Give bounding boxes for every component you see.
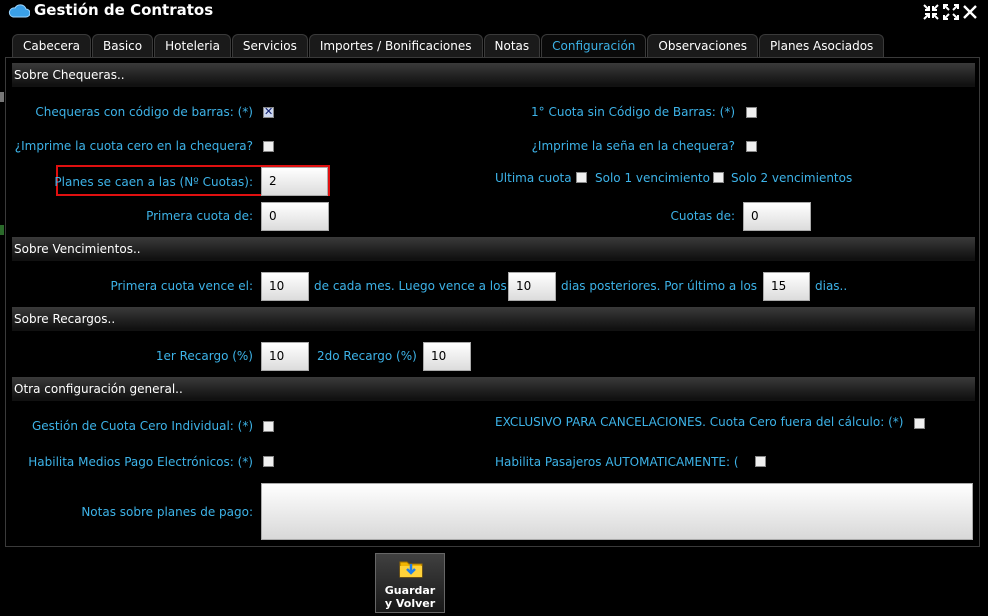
primera-vence-input[interactable]: 10 bbox=[261, 272, 309, 301]
tab-planes-asociados[interactable]: Planes Asociados bbox=[759, 34, 885, 58]
expand-icon[interactable] bbox=[942, 3, 960, 21]
tab-servicios[interactable]: Servicios bbox=[231, 34, 308, 58]
cuotas-de-input[interactable]: 0 bbox=[743, 202, 811, 231]
tab-basico[interactable]: Basico bbox=[92, 34, 154, 58]
tab-hoteleria[interactable]: Hoteleria bbox=[154, 34, 231, 58]
edge-artifact bbox=[0, 225, 4, 235]
cuota-cero-individual-label: Gestión de Cuota Cero Individual: (*) bbox=[32, 419, 253, 433]
pasajeros-automaticamente-label: Habilita Pasajeros AUTOMATICAMENTE: (* bbox=[495, 455, 738, 469]
tab-cabecera[interactable]: Cabecera bbox=[12, 34, 91, 58]
pasajeros-automaticamente-checkbox[interactable] bbox=[755, 456, 766, 467]
imprime-cuota-cero-checkbox[interactable] bbox=[263, 141, 274, 152]
codigo-barras-label: Chequeras con código de barras: (*) bbox=[35, 105, 253, 119]
recargo1-label: 1er Recargo (%) bbox=[155, 349, 253, 363]
primera-cuota-label: Primera cuota de: bbox=[146, 209, 253, 223]
recargo1-input[interactable]: 10 bbox=[261, 342, 309, 371]
imprime-sena-label: ¿Imprime la seña en la chequera? bbox=[531, 139, 735, 153]
solo2-vencimientos-label: Solo 2 vencimientos bbox=[731, 171, 853, 185]
primera-vence-label: Primera cuota vence el: bbox=[110, 279, 253, 293]
medios-pago-label: Habilita Medios Pago Electrónicos: (*) bbox=[28, 455, 253, 469]
dias-label: dias.. bbox=[815, 279, 848, 293]
cuota-cero-individual-checkbox[interactable] bbox=[263, 421, 274, 432]
notas-planes-label: Notas sobre planes de pago: bbox=[81, 505, 253, 519]
title-bar: Gestión de Contratos bbox=[0, 0, 988, 26]
ultimo-vence-input[interactable]: 15 bbox=[763, 272, 810, 301]
edge-artifact bbox=[0, 92, 4, 102]
ultima-cuota-checkbox[interactable] bbox=[576, 172, 587, 183]
ultima-cuota-label: Ultima cuota bbox=[495, 171, 572, 185]
window-title: Gestión de Contratos bbox=[34, 1, 214, 19]
exclusivo-cancelaciones-checkbox[interactable] bbox=[914, 418, 925, 429]
check-x-icon: ✕ bbox=[264, 105, 274, 118]
tab-importes-bonificaciones[interactable]: Importes / Bonificaciones bbox=[308, 34, 483, 58]
luego-vence-input[interactable]: 10 bbox=[508, 272, 556, 301]
tab-notas[interactable]: Notas bbox=[483, 34, 541, 58]
y-volver-label: y Volver bbox=[384, 597, 436, 610]
exclusivo-cancelaciones-label: EXCLUSIVO PARA CANCELACIONES. Cuota Cero… bbox=[495, 415, 904, 429]
collapse-icon[interactable] bbox=[922, 3, 940, 21]
section-header-general: Otra configuración general.. bbox=[12, 377, 975, 401]
guardar-label: Guardar bbox=[384, 584, 436, 597]
solo1-vencimiento-checkbox[interactable] bbox=[713, 172, 724, 183]
cuotas-de-label: Cuotas de: bbox=[670, 209, 736, 223]
save-folder-icon bbox=[399, 561, 423, 578]
luego-vence-label: de cada mes. Luego vence a los bbox=[314, 279, 507, 293]
cuota1-sin-codigo-label: 1° Cuota sin Código de Barras: (*) bbox=[531, 105, 735, 119]
recargo2-input[interactable]: 10 bbox=[423, 342, 471, 371]
recargo2-label: 2do Recargo (%) bbox=[317, 349, 417, 363]
notas-planes-textarea[interactable] bbox=[261, 483, 973, 540]
section-header-vencimientos: Sobre Vencimientos.. bbox=[12, 237, 975, 261]
cuota1-sin-codigo-checkbox[interactable] bbox=[746, 107, 757, 118]
medios-pago-checkbox[interactable] bbox=[263, 456, 274, 467]
planes-caen-input[interactable]: 2 bbox=[261, 167, 328, 196]
tab-bar: Cabecera Basico Hoteleria Servicios Impo… bbox=[12, 34, 885, 58]
planes-caen-label: Planes se caen a las (Nº Cuotas): bbox=[54, 175, 253, 189]
imprime-cuota-cero-label: ¿Imprime la cuota cero en la chequera? bbox=[14, 139, 253, 153]
primera-cuota-input[interactable]: 0 bbox=[261, 202, 329, 231]
tab-observaciones[interactable]: Observaciones bbox=[647, 34, 759, 58]
guardar-y-volver-button[interactable]: Guardar y Volver bbox=[375, 553, 445, 613]
solo1-vencimiento-label: Solo 1 vencimiento bbox=[595, 171, 710, 185]
close-icon[interactable] bbox=[961, 3, 979, 21]
tab-configuracion[interactable]: Configuración bbox=[541, 34, 647, 58]
section-header-recargos: Sobre Recargos.. bbox=[12, 307, 975, 331]
imprime-sena-checkbox[interactable] bbox=[746, 141, 757, 152]
codigo-barras-checkbox[interactable]: ✕ bbox=[263, 105, 274, 118]
configuracion-panel: Sobre Chequeras.. Chequeras con código d… bbox=[5, 57, 980, 547]
dias-posteriores-label: dias posteriores. Por último a los bbox=[561, 279, 758, 293]
cloud-icon bbox=[8, 4, 30, 18]
section-header-chequeras: Sobre Chequeras.. bbox=[12, 63, 975, 87]
